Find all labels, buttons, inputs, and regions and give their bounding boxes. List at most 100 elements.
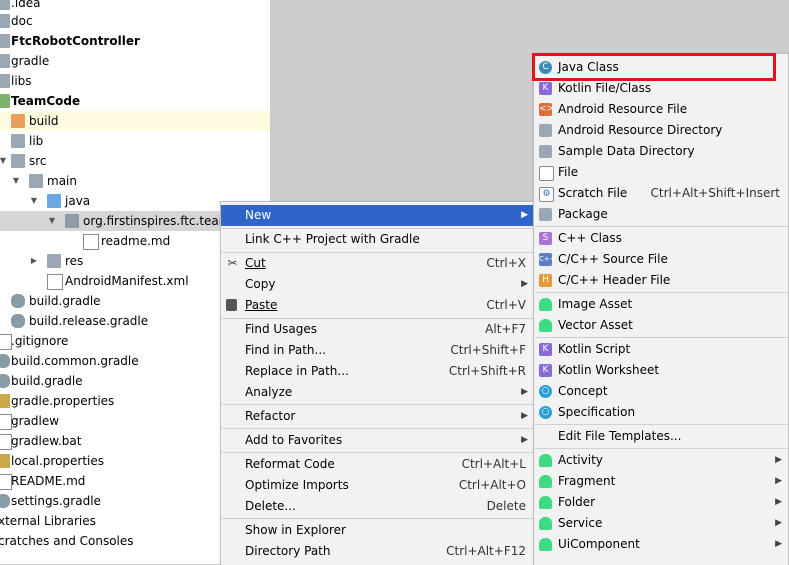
submenu-item-specification[interactable]: ○ Specification xyxy=(534,402,788,423)
tree-item-main[interactable]: ▼ main xyxy=(0,171,270,191)
folder-icon xyxy=(0,14,10,28)
package-icon xyxy=(65,214,79,228)
submenu-arrow-icon: ▶ xyxy=(521,210,528,220)
submenu-item-activity[interactable]: Activity ▶ xyxy=(534,450,788,471)
menu-item-directory-path[interactable]: Directory Path Ctrl+Alt+F12 xyxy=(221,541,534,562)
menu-separator xyxy=(222,404,533,405)
folder-icon xyxy=(47,194,61,208)
menu-item-copy[interactable]: Copy ▶ xyxy=(221,274,534,295)
android-icon xyxy=(539,496,552,509)
android-resource-file-icon: <> xyxy=(539,103,555,116)
kotlin-icon: K xyxy=(539,82,552,95)
menu-separator xyxy=(535,226,787,227)
context-menu: New ▶ Link C++ Project with Gradle ✂ Cut Ct… xyxy=(220,201,535,565)
tree-item-gradle[interactable]: gradle xyxy=(0,51,270,71)
folder-icon xyxy=(539,145,552,158)
menu-item-analyze[interactable]: Analyze ▶ xyxy=(221,382,534,403)
markdown-file-icon xyxy=(83,234,99,250)
menu-item-refactor[interactable]: Refactor ▶ xyxy=(221,406,534,427)
gradle-icon xyxy=(0,374,10,388)
menu-item-delete[interactable]: Delete... Delete xyxy=(221,496,534,517)
submenu-item-concept[interactable]: ○ Concept xyxy=(534,381,788,402)
gradle-icon xyxy=(11,314,25,328)
submenu-arrow-icon: ▶ xyxy=(521,411,528,421)
submenu-item-cpp-source-file[interactable]: C++ C/C++ Source File xyxy=(534,249,788,270)
submenu-item-kotlin-file[interactable]: K Kotlin File/Class xyxy=(534,78,788,99)
submenu-item-android-resource-file[interactable]: <> Android Resource File xyxy=(534,99,788,120)
folder-icon xyxy=(29,174,43,188)
chevron-down-icon[interactable]: ▼ xyxy=(29,191,39,211)
menu-separator xyxy=(222,518,533,519)
tree-item-libs[interactable]: libs xyxy=(0,71,270,91)
menu-item-link-cpp-project[interactable]: Link C++ Project with Gradle xyxy=(221,229,534,250)
scissors-icon: ✂ xyxy=(227,256,238,270)
menu-item-show-in-explorer[interactable]: Show in Explorer xyxy=(221,520,534,541)
submenu-item-kotlin-worksheet[interactable]: K Kotlin Worksheet xyxy=(534,360,788,381)
new-submenu: C Java Class K Kotlin File/Class <> Android… xyxy=(533,53,789,565)
module-icon xyxy=(0,94,10,108)
folder-icon xyxy=(47,254,61,268)
menu-separator xyxy=(535,424,787,425)
properties-icon xyxy=(0,454,10,468)
submenu-item-scratch-file[interactable]: ⚙ Scratch File Ctrl+Alt+Shift+Insert xyxy=(534,183,788,204)
submenu-arrow-icon: ▶ xyxy=(775,497,782,507)
folder-icon xyxy=(11,114,25,128)
submenu-item-sample-data-directory[interactable]: Sample Data Directory xyxy=(534,141,788,162)
chevron-down-icon[interactable]: ▼ xyxy=(47,211,57,231)
folder-icon xyxy=(0,0,10,10)
menu-item-replace-in-path[interactable]: Replace in Path... Ctrl+Shift+R xyxy=(221,361,534,382)
android-icon xyxy=(539,454,552,467)
submenu-item-file[interactable]: File xyxy=(534,162,788,183)
menu-item-find-usages[interactable]: Find Usages Alt+F7 xyxy=(221,319,534,340)
submenu-item-kotlin-script[interactable]: K Kotlin Script xyxy=(534,339,788,360)
package-icon xyxy=(539,208,552,221)
properties-icon xyxy=(0,394,10,408)
chevron-down-icon[interactable]: ▼ xyxy=(0,151,8,171)
submenu-item-fragment[interactable]: Fragment ▶ xyxy=(534,471,788,492)
menu-item-find-in-path[interactable]: Find in Path... Ctrl+Shift+F xyxy=(221,340,534,361)
folder-icon xyxy=(11,134,25,148)
gradle-icon xyxy=(0,354,10,368)
tree-item-build[interactable]: build xyxy=(0,111,270,131)
highlight-box xyxy=(532,53,776,81)
tree-item-src[interactable]: ▼ src xyxy=(0,151,270,171)
cpp-class-icon: S xyxy=(539,232,552,245)
submenu-arrow-icon: ▶ xyxy=(775,476,782,486)
tree-item-lib[interactable]: lib xyxy=(0,131,270,151)
menu-separator xyxy=(535,448,787,449)
submenu-item-vector-asset[interactable]: Vector Asset xyxy=(534,315,788,336)
module-icon xyxy=(0,34,10,48)
menu-item-optimize-imports[interactable]: Optimize Imports Ctrl+Alt+O xyxy=(221,475,534,496)
folder-icon xyxy=(539,124,552,137)
menu-separator xyxy=(535,337,787,338)
menu-item-cut[interactable]: ✂ Cut Ctrl+X xyxy=(221,253,534,274)
chevron-down-icon[interactable]: ▼ xyxy=(11,171,21,191)
chevron-right-icon[interactable]: ▶ xyxy=(29,251,39,271)
menu-separator xyxy=(535,292,787,293)
submenu-arrow-icon: ▶ xyxy=(775,455,782,465)
manifest-file-icon xyxy=(47,274,63,290)
android-icon xyxy=(539,538,552,551)
submenu-item-cpp-header-file[interactable]: H C/C++ Header File xyxy=(534,270,788,291)
folder-icon xyxy=(0,54,10,68)
tree-item-ftcrobotcontroller[interactable]: FtcRobotController xyxy=(0,31,270,51)
submenu-item-image-asset[interactable]: Image Asset xyxy=(534,294,788,315)
tree-item-doc[interactable]: doc xyxy=(0,11,270,31)
android-icon xyxy=(539,298,552,311)
submenu-item-service[interactable]: Service ▶ xyxy=(534,513,788,534)
submenu-item-cpp-class[interactable]: S C++ Class xyxy=(534,228,788,249)
folder-icon xyxy=(11,154,25,168)
menu-item-add-to-favorites[interactable]: Add to Favorites ▶ xyxy=(221,430,534,451)
submenu-item-package[interactable]: Package xyxy=(534,204,788,225)
submenu-item-android-resource-directory[interactable]: Android Resource Directory xyxy=(534,120,788,141)
android-icon xyxy=(539,517,552,530)
menu-item-reformat-code[interactable]: Reformat Code Ctrl+Alt+L xyxy=(221,454,534,475)
android-icon xyxy=(539,319,552,332)
submenu-item-uicomponent[interactable]: UiComponent ▶ xyxy=(534,534,788,555)
tree-item-teamcode[interactable]: TeamCode xyxy=(0,91,270,111)
submenu-arrow-icon: ▶ xyxy=(775,518,782,528)
submenu-item-edit-file-templates[interactable]: Edit File Templates... xyxy=(534,426,788,447)
submenu-item-folder[interactable]: Folder ▶ xyxy=(534,492,788,513)
menu-item-paste[interactable]: Paste Ctrl+V xyxy=(221,295,534,316)
menu-item-new[interactable]: New ▶ xyxy=(221,205,534,226)
